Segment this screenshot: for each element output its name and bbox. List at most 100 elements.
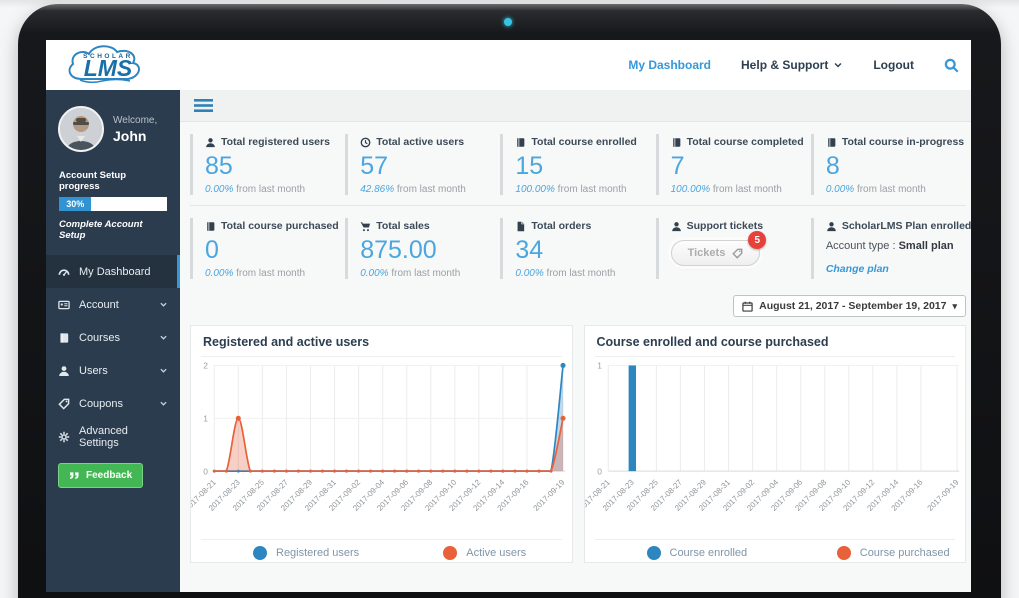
legend-item-registered-users: Registered users — [191, 546, 381, 560]
stat-value: 15 — [515, 152, 649, 181]
main-content: Total registered users 85 0.00% from las… — [180, 90, 971, 592]
chevron-down-icon — [159, 366, 168, 375]
date-range-row: August 21, 2017 - September 19, 2017 ▾ — [180, 289, 971, 323]
date-range-label: August 21, 2017 - September 19, 2017 — [759, 300, 946, 312]
chart-legend: Registered users Active users — [191, 540, 572, 560]
sidebar-item-label: My Dashboard — [79, 266, 151, 278]
legend-item-course-purchased: Course purchased — [775, 546, 965, 560]
stat-plan-enrolled: ScholarLMS Plan enrolled Account type : … — [811, 218, 966, 279]
username: John — [113, 128, 157, 144]
stat-support-tickets: Support tickets Tickets 5 — [656, 218, 811, 279]
user-icon — [826, 221, 837, 232]
page-background: SCHOLAR LMS My Dashboard Help & Support … — [0, 0, 1019, 598]
hamburger-menu-icon[interactable] — [194, 99, 213, 112]
stat-value: 0 — [205, 236, 339, 265]
sidebar-item-courses[interactable]: Courses — [46, 321, 180, 354]
chart-title: Course enrolled and course purchased — [585, 326, 966, 356]
nav-my-dashboard-label: My Dashboard — [628, 58, 711, 72]
sidebar-item-label: Users — [79, 365, 108, 377]
user-icon — [671, 221, 682, 232]
legend-item-active-users: Active users — [381, 546, 571, 560]
tag-icon — [58, 398, 70, 410]
stats-row-1: Total registered users 85 0.00% from las… — [180, 122, 971, 205]
cart-icon — [360, 221, 371, 232]
sidebar-item-coupons[interactable]: Coupons — [46, 387, 180, 420]
sidebar-item-label: Courses — [79, 332, 120, 344]
stat-total-registered-users: Total registered users 85 0.00% from las… — [190, 134, 345, 195]
sidebar-item-account[interactable]: Account — [46, 288, 180, 321]
date-range-picker[interactable]: August 21, 2017 - September 19, 2017 ▾ — [733, 295, 966, 317]
sidebar-item-my-dashboard[interactable]: My Dashboard — [46, 255, 180, 288]
chart-legend: Course enrolled Course purchased — [585, 540, 966, 560]
svg-text:1: 1 — [203, 413, 208, 423]
caret-down-icon: ▾ — [952, 301, 957, 312]
file-icon — [515, 221, 526, 232]
account-type-label: Account type : — [826, 240, 896, 252]
chevron-down-icon — [159, 399, 168, 408]
legend-dot — [647, 546, 661, 560]
change-plan-link[interactable]: Change plan — [826, 263, 889, 275]
chart-card-registered-active-users: Registered and active users 0122017-08-2… — [190, 325, 573, 563]
id-card-icon — [58, 299, 70, 311]
user-block: Welcome, John — [46, 90, 180, 158]
stat-total-orders: Total orders 34 0.00% from last month — [500, 218, 655, 279]
sidebar: Welcome, John Account Setup progress 30%… — [46, 90, 180, 592]
complete-account-setup-link[interactable]: Complete Account Setup — [59, 219, 167, 241]
chevron-down-icon — [159, 300, 168, 309]
chevron-down-icon — [833, 60, 843, 70]
feedback-button[interactable]: Feedback — [58, 463, 143, 488]
gauge-icon — [58, 266, 70, 278]
bar-chart-course-enrolled-purchased: 012017-08-212017-08-232017-08-252017-08-… — [585, 357, 966, 539]
svg-text:2017-09-19: 2017-09-19 — [925, 477, 960, 512]
feedback-button-label: Feedback — [86, 470, 132, 481]
svg-text:0: 0 — [203, 466, 208, 476]
logo-lms-text: LMS — [84, 55, 133, 81]
sidebar-item-label: Advanced Settings — [79, 425, 168, 449]
toolbar — [180, 90, 971, 122]
chevron-down-icon — [159, 333, 168, 342]
calendar-icon — [742, 301, 753, 312]
tickets-button-label: Tickets — [688, 247, 726, 259]
quote-icon — [69, 470, 80, 481]
book-icon — [826, 137, 837, 148]
nav-my-dashboard[interactable]: My Dashboard — [628, 58, 711, 72]
nav-help-support-label: Help & Support — [741, 58, 828, 72]
legend-item-course-enrolled: Course enrolled — [585, 546, 775, 560]
clock-icon — [360, 137, 371, 148]
legend-dot — [837, 546, 851, 560]
nav-logout[interactable]: Logout — [873, 58, 914, 72]
welcome-label: Welcome, — [113, 115, 157, 126]
charts-row: Registered and active users 0122017-08-2… — [180, 323, 971, 563]
sidebar-item-users[interactable]: Users — [46, 354, 180, 387]
chart-card-course-enrolled-purchased: Course enrolled and course purchased 012… — [584, 325, 967, 563]
user-icon — [58, 365, 70, 377]
legend-dot — [443, 546, 457, 560]
sidebar-item-label: Coupons — [79, 398, 123, 410]
user-icon — [205, 137, 216, 148]
tickets-button[interactable]: Tickets — [671, 240, 761, 266]
nav-help-support[interactable]: Help & Support — [741, 58, 843, 72]
tablet-frame: SCHOLAR LMS My Dashboard Help & Support … — [18, 4, 1001, 598]
avatar — [58, 106, 104, 152]
book-icon — [205, 221, 216, 232]
setup-progress-label: Account Setup progress — [59, 170, 167, 192]
svg-text:2017-09-19: 2017-09-19 — [532, 477, 567, 512]
book-icon — [515, 137, 526, 148]
stat-total-sales: Total sales 875.00 0.00% from last month — [345, 218, 500, 279]
header-nav: My Dashboard Help & Support Logout — [628, 40, 959, 90]
stat-total-active-users: Total active users 57 42.86% from last m… — [345, 134, 500, 195]
setup-progress-percent: 30% — [66, 199, 84, 209]
book-icon — [671, 137, 682, 148]
sidebar-item-advanced-settings[interactable]: Advanced Settings — [46, 420, 180, 453]
tickets-count-badge: 5 — [748, 231, 766, 249]
top-header: SCHOLAR LMS My Dashboard Help & Support … — [46, 40, 971, 90]
stat-value: 34 — [515, 236, 649, 265]
camera-dot — [504, 18, 512, 26]
search-icon[interactable] — [944, 58, 959, 73]
svg-text:2: 2 — [203, 361, 208, 371]
gears-icon — [58, 431, 70, 443]
sidebar-item-label: Account — [79, 299, 119, 311]
stat-value: 85 — [205, 152, 339, 181]
stat-total-course-purchased: Total course purchased 0 0.00% from last… — [190, 218, 345, 279]
svg-text:0: 0 — [597, 466, 602, 476]
